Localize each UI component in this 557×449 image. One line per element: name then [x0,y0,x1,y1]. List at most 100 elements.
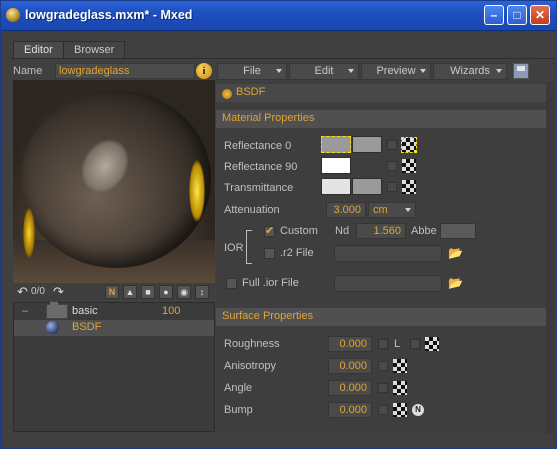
tree-row-basic[interactable]: – basic 100 [14,302,214,320]
pointer-icon[interactable]: ▲ [123,285,137,299]
open-folder-icon[interactable]: 📂 [448,246,463,260]
save-icon[interactable] [513,63,529,79]
attenuation-unit-select[interactable]: cm [368,202,416,218]
reflectance90-label: Reflectance 90 [224,161,298,173]
caustic-highlight-right [189,160,205,222]
app-icon [6,8,20,22]
reflectance90-texture-icon[interactable] [402,159,416,173]
bsdf-header: BSDF [216,84,546,102]
anisotropy-value[interactable]: 0.000 [328,358,372,374]
r2-file-path[interactable] [334,245,442,262]
wizards-menu-label: Wizards [450,65,490,77]
property-panel: BSDF Material Properties Reflectance 0 R… [216,82,546,434]
tab-divider [11,58,554,59]
roughness-value[interactable]: 0.000 [328,336,372,352]
eye-icon[interactable]: ◉ [177,285,191,299]
bump-texture-icon[interactable] [393,403,407,417]
close-button[interactable]: ✕ [530,5,550,25]
attenuation-value[interactable]: 3.000 [326,202,366,218]
maximize-button[interactable]: □ [507,5,527,25]
roughness-l-toggle[interactable] [410,339,420,349]
specular-highlight [71,130,139,202]
anisotropy-label: Anisotropy [224,360,276,372]
bump-value[interactable]: 0.000 [328,402,372,418]
attenuation-label: Attenuation [224,204,280,216]
undo-icon[interactable]: ↶ [17,284,28,300]
ior-bracket-top [246,230,252,231]
material-properties-header[interactable]: Material Properties [216,110,546,128]
chevron-down-icon [496,69,502,73]
full-ior-label: Full .ior File [242,277,299,289]
edit-menu[interactable]: Edit [289,63,359,80]
roughness-map-toggle[interactable] [378,339,388,349]
material-name-field[interactable]: lowgradeglass [55,63,195,79]
name-label: Name [13,65,43,77]
tree-row-bsdf[interactable]: BSDF [14,320,214,336]
bump-map-toggle[interactable] [378,405,388,415]
square-icon[interactable]: ■ [141,285,155,299]
preview-toolbar: ↶ 0/0 ↷ N ▲ ■ ● ◉ ↕ [13,283,215,300]
chevron-down-icon [348,69,354,73]
full-ior-file-path[interactable] [334,275,442,292]
reflectance90-map-toggle[interactable] [387,161,397,171]
window-title: lowgradeglass.mxm* - Mxed [25,8,193,22]
ior-bracket [246,230,247,264]
tree-item-value: 100 [162,305,181,317]
abbe-label: Abbe [411,225,437,237]
preview-sphere [21,90,211,268]
custom-ior-checkbox[interactable] [264,224,275,237]
angle-map-toggle[interactable] [378,383,388,393]
file-menu-label: File [243,65,261,77]
minimize-button[interactable]: – [484,5,504,25]
open-folder-icon[interactable]: 📂 [448,276,463,290]
transmittance-label: Transmittance [224,182,294,194]
chevron-down-icon [420,69,426,73]
render-icon[interactable]: ● [159,285,173,299]
angle-value[interactable]: 0.000 [328,380,372,396]
tab-browser[interactable]: Browser [63,41,126,59]
property-scrollbar[interactable] [546,82,554,434]
abbe-value[interactable] [440,223,476,239]
bsdf-sphere-icon [46,321,59,334]
roughness-texture-icon[interactable] [425,337,439,351]
chevron-down-icon [276,69,282,73]
transmittance-texture-icon[interactable] [402,180,416,194]
title-bar[interactable]: lowgradeglass.mxm* - Mxed – □ ✕ [1,1,556,31]
reflectance0-texture-icon[interactable] [401,137,417,153]
wizards-menu[interactable]: Wizards [433,63,507,80]
custom-ior-label: Custom [280,225,318,237]
full-ior-checkbox[interactable] [226,278,237,289]
transmittance-color-swatch[interactable] [321,178,351,195]
redo-icon[interactable]: ↷ [53,284,64,300]
bump-label: Bump [224,404,253,416]
reflectance0-map-toggle[interactable] [387,140,397,150]
angle-texture-icon[interactable] [393,381,407,395]
file-menu[interactable]: File [217,63,287,80]
info-icon[interactable]: i [196,63,212,79]
reflectance90-color-swatch[interactable] [321,157,351,174]
refresh-icon[interactable]: ↕ [195,285,209,299]
collapse-icon[interactable]: – [22,305,28,317]
normal-map-icon[interactable]: N [412,404,424,416]
reflectance0-color-swatch-2[interactable] [352,136,382,153]
anisotropy-texture-icon[interactable] [393,359,407,373]
anisotropy-map-toggle[interactable] [378,361,388,371]
preview-menu[interactable]: Preview [361,63,431,80]
reflectance0-color-swatch[interactable] [321,136,351,153]
chevron-down-icon [405,208,411,212]
material-tree: – basic 100 BSDF [13,302,215,432]
angle-label: Angle [224,382,253,394]
ior-label: IOR [224,242,244,254]
nd-value[interactable]: 1.560 [356,223,406,239]
n-button[interactable]: N [105,285,119,299]
r2-file-checkbox[interactable] [264,248,275,259]
transmittance-color-swatch-2[interactable] [352,178,382,195]
transmittance-map-toggle[interactable] [387,182,397,192]
undo-counter: 0/0 [31,286,45,297]
tree-item-label: BSDF [72,321,102,333]
r2-file-label: .r2 File [280,247,314,259]
surface-properties-header[interactable]: Surface Properties [216,308,546,326]
material-preview [13,80,215,283]
tab-editor[interactable]: Editor [13,41,64,59]
folder-icon [46,302,68,319]
